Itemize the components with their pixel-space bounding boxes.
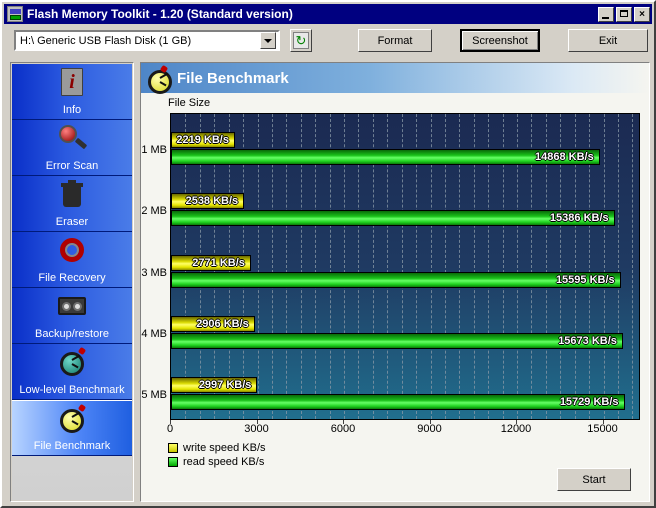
stopwatch-yellow-icon: [57, 403, 87, 435]
chart-gridline: [617, 114, 619, 419]
stopwatch-yellow-icon: [145, 64, 172, 94]
panel-header: File Benchmark: [141, 63, 649, 94]
chart-bar-value: 2538 KB/s: [185, 195, 239, 208]
exit-button[interactable]: Exit: [568, 29, 648, 52]
main-panel: File Benchmark File Size 2219 KB/s 14868 …: [140, 62, 650, 502]
legend-swatch: [168, 443, 178, 453]
sidebar-item-file-benchmark[interactable]: File Benchmark: [12, 400, 132, 456]
sidebar-item-label: Backup/restore: [35, 328, 109, 340]
magnifier-handle: [74, 137, 88, 150]
maximize-icon: [620, 9, 628, 17]
flash-drive-icon: [7, 6, 23, 22]
app-window: Flash Memory Toolkit - 1.20 (Standard ve…: [0, 0, 656, 508]
chart-axis-title: File Size: [168, 97, 211, 109]
sidebar-item-file-recovery[interactable]: File Recovery: [12, 232, 132, 288]
screenshot-button[interactable]: Screenshot: [460, 29, 540, 52]
chart-y-tick-label: 2 MB: [141, 205, 167, 218]
drive-select[interactable]: H:\ Generic USB Flash Disk (1 GB): [14, 30, 280, 51]
chart-bar: 2538 KB/s: [171, 193, 245, 210]
icon-part-top: [10, 9, 21, 14]
chart-bar-value: 14868 KB/s: [534, 150, 594, 163]
drive-select-value: H:\ Generic USB Flash Disk (1 GB): [20, 34, 192, 47]
sidebar-item-backup-restore[interactable]: Backup/restore: [12, 288, 132, 344]
chevron-down-icon[interactable]: [260, 32, 276, 49]
legend-label: write speed KB/s: [183, 442, 266, 454]
chart-y-tick-label: 1 MB: [141, 143, 167, 156]
chart-bar: 15729 KB/s: [171, 394, 625, 411]
trash-bin-icon: [57, 180, 87, 210]
sidebar-item-error-scan[interactable]: Error Scan: [12, 120, 132, 176]
refresh-button[interactable]: ↻: [290, 29, 312, 52]
sidebar-item-eraser[interactable]: Eraser: [12, 176, 132, 232]
chart-bar-value: 15595 KB/s: [555, 273, 615, 286]
sidebar: i Info Error Scan Eraser File Recovery Backup…: [10, 62, 134, 502]
chart-bar-value: 15386 KB/s: [549, 212, 609, 225]
chart-bar: 15386 KB/s: [171, 210, 615, 227]
close-button[interactable]: ×: [634, 6, 650, 22]
chart-x-tick-label: 9000: [417, 423, 442, 435]
chart-bar-value: 2906 KB/s: [196, 317, 249, 330]
ring-outer: [60, 238, 84, 262]
chart-x-tick-label: 12000: [500, 423, 532, 435]
chart-y-tick-label: 4 MB: [141, 327, 167, 340]
chart-bar-value: 15673 KB/s: [558, 334, 617, 347]
chart-y-tick-label: 5 MB: [141, 389, 167, 402]
sidebar-item-label: Low-level Benchmark: [19, 384, 125, 396]
legend-swatch: [168, 457, 178, 467]
legend-item: read speed KB/s: [168, 455, 266, 469]
sidebar-item-label: Eraser: [55, 216, 89, 228]
chart-bar-value: 15729 KB/s: [559, 396, 619, 409]
sidebar-item-label: Info: [62, 104, 82, 116]
chart-bar: 2906 KB/s: [171, 315, 255, 332]
bin-body: [63, 186, 81, 207]
legend-item: write speed KB/s: [168, 441, 266, 455]
chart-bar: 2771 KB/s: [171, 254, 251, 271]
sidebar-item-label: File Benchmark: [33, 440, 111, 452]
chart-bar: 15673 KB/s: [171, 332, 623, 349]
chart-y-tick-label: 3 MB: [141, 266, 167, 279]
maximize-button[interactable]: [616, 6, 632, 22]
chart-x-tick-label: 6000: [330, 423, 356, 435]
chart-bar-value: 2997 KB/s: [198, 379, 252, 392]
close-icon: ×: [639, 8, 645, 20]
chart-bar-value: 2771 KB/s: [192, 256, 245, 269]
tape-cassette-icon: [58, 297, 86, 315]
info-document-icon: i: [61, 68, 83, 96]
toolbar: H:\ Generic USB Flash Disk (1 GB) ↻ Form…: [4, 26, 652, 56]
benchmark-chart: 2219 KB/s 14868 KB/s 2538 KB/s 15386 KB/s 27…: [170, 113, 640, 420]
format-button[interactable]: Format: [358, 29, 432, 52]
stopwatch-teal-icon: [57, 346, 87, 378]
chart-bar: 2219 KB/s: [171, 131, 235, 148]
chart-x-tick-label: 15000: [587, 423, 618, 435]
sidebar-list: i Info Error Scan Eraser File Recovery Backup…: [12, 64, 132, 500]
window-title: Flash Memory Toolkit - 1.20 (Standard ve…: [27, 7, 293, 21]
tape-reel-left: [62, 302, 71, 311]
tape-reel-right: [73, 302, 82, 311]
chart-bar: 15595 KB/s: [171, 271, 621, 288]
minimize-button[interactable]: [598, 6, 614, 22]
minimize-icon: [602, 16, 609, 19]
chart-gridline: [603, 114, 605, 419]
sidebar-item-label: Error Scan: [45, 160, 99, 172]
sidebar-item-info[interactable]: i Info: [12, 64, 132, 120]
chart-bar-value: 2219 KB/s: [176, 133, 229, 146]
page-title: File Benchmark: [177, 69, 289, 87]
chart-x-tick-label: 3000: [244, 423, 269, 435]
magnifier-icon: [57, 124, 88, 154]
sidebar-item-label: File Recovery: [38, 272, 106, 284]
refresh-icon: ↻: [293, 32, 309, 49]
chart-bar: 14868 KB/s: [171, 148, 600, 165]
chart-x-tick-label: 0: [166, 423, 174, 435]
start-button[interactable]: Start: [557, 468, 631, 491]
life-ring-icon: [57, 236, 87, 266]
chart-gridline: [632, 114, 634, 419]
title-bar: Flash Memory Toolkit - 1.20 (Standard ve…: [4, 4, 652, 24]
chart-bar: 2997 KB/s: [171, 377, 258, 394]
chart-legend: write speed KB/s read speed KB/s: [168, 441, 266, 469]
legend-label: read speed KB/s: [183, 456, 265, 468]
sidebar-item-low-level-benchmark[interactable]: Low-level Benchmark: [12, 344, 132, 400]
icon-part-bottom: [10, 15, 21, 20]
